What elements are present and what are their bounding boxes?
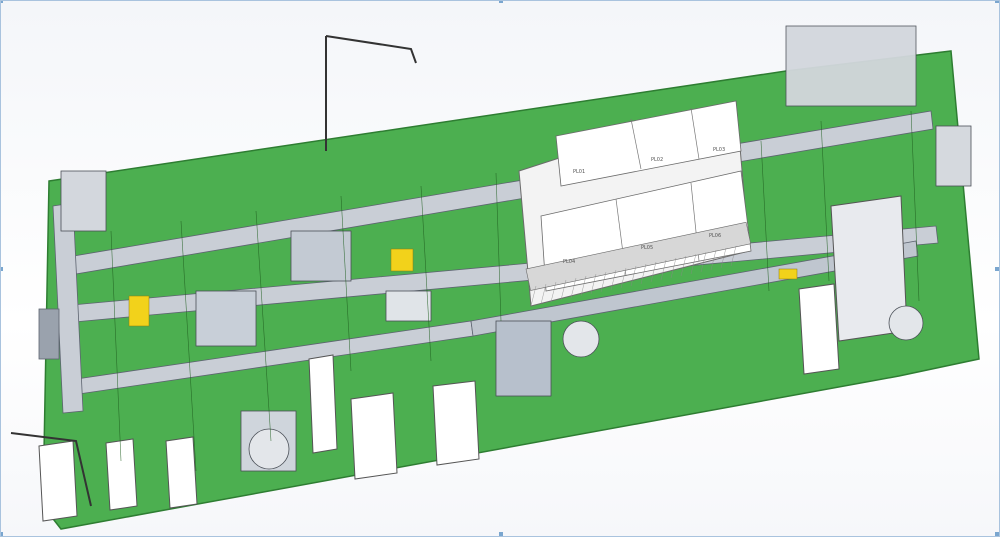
oven-label-5: PL05 <box>641 245 653 251</box>
cabinet-6 <box>308 354 338 454</box>
station-press <box>495 320 552 397</box>
cabinet-7 <box>798 283 840 375</box>
station-tank <box>935 125 972 187</box>
cabinet-4 <box>350 392 398 480</box>
assembly-line-model[interactable]: PL01 PL02 PL03 PL04 PL05 PL06 <box>1 1 1000 537</box>
station-top-rack <box>785 25 917 107</box>
station-rotary-2 <box>888 305 924 341</box>
oven-label-4: PL04 <box>563 259 575 265</box>
station-assembly <box>385 290 432 322</box>
left-end-box <box>38 308 60 360</box>
cabinet-3 <box>165 436 198 509</box>
oven-label-1: PL01 <box>573 169 585 175</box>
cabinet-1 <box>38 440 78 522</box>
station-robot-cell <box>195 290 257 347</box>
cabinet-2 <box>105 438 138 511</box>
station-rotary-1 <box>562 320 600 358</box>
station-turntable <box>248 428 290 470</box>
oven-label-3: PL03 <box>713 147 725 153</box>
station-left-rack <box>60 170 107 232</box>
oven-label-2: PL02 <box>651 157 663 163</box>
station-mid <box>290 230 352 282</box>
cad-viewport[interactable]: PL01 PL02 PL03 PL04 PL05 PL06 <box>0 0 1000 537</box>
cabinet-5 <box>432 380 480 466</box>
oven-label-6: PL06 <box>709 233 721 239</box>
